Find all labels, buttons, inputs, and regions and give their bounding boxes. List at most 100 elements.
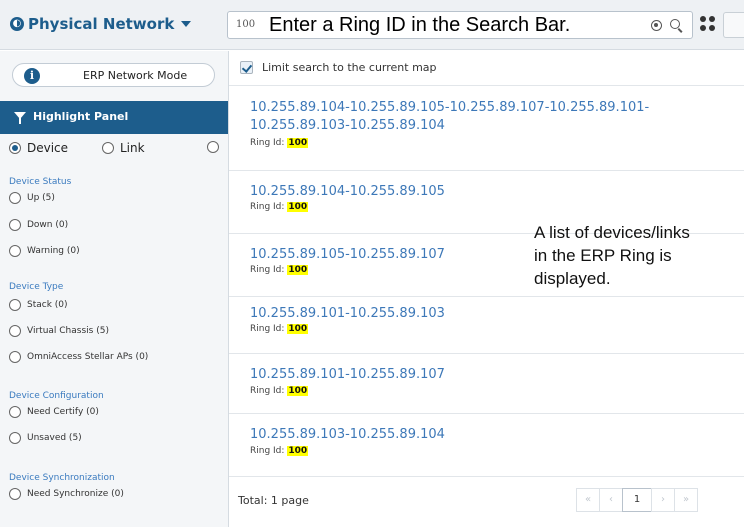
result-link-line2[interactable]: 10.255.89.103-10.255.89.104 <box>250 117 445 134</box>
ring-id-row: Ring Id: 100 <box>250 138 309 148</box>
current-page-button[interactable]: 1 <box>622 488 652 512</box>
device-configuration-title: Device Configuration <box>9 391 104 401</box>
tab-device-label: Device <box>27 141 69 155</box>
ring-id-row: Ring Id: 100 <box>250 324 309 334</box>
radio-stellar-aps[interactable] <box>9 351 21 363</box>
ring-id-value: 100 <box>287 202 309 212</box>
network-view-dropdown[interactable]: ◐ Physical Network <box>10 15 192 33</box>
ring-id-value: 100 <box>287 265 309 275</box>
highlight-tabs: Device Link <box>0 138 228 160</box>
ring-id-label: Ring Id: <box>250 265 285 275</box>
highlight-panel-header[interactable]: Highlight Panel <box>0 101 228 134</box>
pagination: « ‹ 1 › » <box>576 488 698 512</box>
radio-other[interactable] <box>207 141 219 153</box>
globe-icon: ◐ <box>10 17 24 31</box>
ring-id-row: Ring Id: 100 <box>250 386 309 396</box>
ring-id-label: Ring Id: <box>250 386 285 396</box>
option-need-synchronize[interactable]: Need Synchronize (0) <box>9 488 124 500</box>
option-label: Unsaved (5) <box>27 433 82 443</box>
callout-line: in the ERP Ring is <box>534 246 672 265</box>
radio-need-certify[interactable] <box>9 406 21 418</box>
device-type-title: Device Type <box>9 282 64 292</box>
callout-line: A list of devices/links <box>534 223 690 242</box>
result-item[interactable]: 10.255.89.101-10.255.89.103 Ring Id: 100 <box>229 297 744 354</box>
result-link[interactable]: 10.255.89.104-10.255.89.105 <box>250 183 445 200</box>
result-link-line1[interactable]: 10.255.89.104-10.255.89.105-10.255.89.10… <box>250 99 649 116</box>
callout-line: displayed. <box>534 269 611 288</box>
radio-need-synchronize[interactable] <box>9 488 21 500</box>
erp-network-mode-toggle[interactable]: i ERP Network Mode <box>12 63 215 87</box>
option-stellar-aps[interactable]: OmniAccess Stellar APs (0) <box>9 351 148 363</box>
radio-down[interactable] <box>9 219 21 231</box>
ring-id-row: Ring Id: 100 <box>250 446 309 456</box>
result-link[interactable]: 10.255.89.101-10.255.89.103 <box>250 305 445 322</box>
device-synchronization-title: Device Synchronization <box>9 473 115 483</box>
radio-virtual-chassis[interactable] <box>9 325 21 337</box>
option-up[interactable]: Up (5) <box>9 192 55 204</box>
network-view-label: Physical Network <box>28 15 175 33</box>
option-label: Up (5) <box>27 193 55 203</box>
option-label: Warning (0) <box>27 246 80 256</box>
option-label: OmniAccess Stellar APs (0) <box>27 352 149 362</box>
option-warning[interactable]: Warning (0) <box>9 245 80 257</box>
sidebar: i ERP Network Mode Highlight Panel Devic… <box>0 51 229 527</box>
total-pages-label: Total: 1 page <box>238 494 309 507</box>
info-icon: i <box>24 68 40 84</box>
results-footer: Total: 1 page « ‹ 1 › » <box>229 476 744 527</box>
toolbar-button[interactable] <box>723 12 744 38</box>
option-label: Down (0) <box>27 220 69 230</box>
ring-id-value: 100 <box>287 386 309 396</box>
limit-search-checkbox[interactable] <box>240 61 253 74</box>
first-page-button[interactable]: « <box>576 488 600 512</box>
erp-network-mode-label: ERP Network Mode <box>83 69 188 82</box>
option-virtual-chassis[interactable]: Virtual Chassis (5) <box>9 325 109 337</box>
result-link[interactable]: 10.255.89.103-10.255.89.104 <box>250 426 445 443</box>
highlight-panel-title: Highlight Panel <box>33 110 129 123</box>
limit-search-label: Limit search to the current map <box>262 61 437 74</box>
last-page-button[interactable]: » <box>674 488 698 512</box>
result-link[interactable]: 10.255.89.101-10.255.89.107 <box>250 366 445 383</box>
radio-warning[interactable] <box>9 245 21 257</box>
radio-stack[interactable] <box>9 299 21 311</box>
top-bar: ◐ Physical Network 100 Enter a Ring ID i… <box>0 0 744 50</box>
option-need-certify[interactable]: Need Certify (0) <box>9 406 99 418</box>
radio-link[interactable] <box>102 142 114 154</box>
ring-id-value: 100 <box>287 138 309 148</box>
search-results-panel: Limit search to the current map 10.255.8… <box>229 51 744 527</box>
ring-id-label: Ring Id: <box>250 446 285 456</box>
ring-id-value: 100 <box>287 446 309 456</box>
tab-other[interactable] <box>207 141 219 153</box>
radio-unsaved[interactable] <box>9 432 21 444</box>
option-stack[interactable]: Stack (0) <box>9 299 68 311</box>
search-value: 100 <box>236 19 256 30</box>
ring-id-label: Ring Id: <box>250 138 285 148</box>
result-link[interactable]: 10.255.89.105-10.255.89.107 <box>250 246 445 263</box>
option-label: Virtual Chassis (5) <box>27 326 109 336</box>
ring-id-row: Ring Id: 100 <box>250 265 309 275</box>
clear-icon[interactable] <box>651 20 662 31</box>
radio-device[interactable] <box>9 142 21 154</box>
result-item[interactable]: 10.255.89.103-10.255.89.104 Ring Id: 100 <box>229 414 744 476</box>
ring-id-label: Ring Id: <box>250 202 285 212</box>
radio-up[interactable] <box>9 192 21 204</box>
result-item[interactable]: 10.255.89.101-10.255.89.107 Ring Id: 100 <box>229 354 744 414</box>
option-down[interactable]: Down (0) <box>9 219 68 231</box>
tab-device[interactable]: Device <box>9 141 68 155</box>
result-item[interactable]: 10.255.89.104-10.255.89.105-10.255.89.10… <box>229 86 744 171</box>
prev-page-button[interactable]: ‹ <box>599 488 623 512</box>
option-unsaved[interactable]: Unsaved (5) <box>9 432 82 444</box>
ring-id-row: Ring Id: 100 <box>250 202 309 212</box>
next-page-button[interactable]: › <box>651 488 675 512</box>
ring-id-label: Ring Id: <box>250 324 285 334</box>
tab-link[interactable]: Link <box>102 141 145 155</box>
search-icon[interactable] <box>670 19 680 29</box>
search-callout-text: Enter a Ring ID in the Search Bar. <box>269 14 571 36</box>
search-input[interactable]: 100 Enter a Ring ID in the Search Bar. <box>227 11 693 39</box>
annotation-callout: A list of devices/links in the ERP Ring … <box>534 221 690 290</box>
option-label: Need Synchronize (0) <box>27 489 124 499</box>
option-label: Need Certify (0) <box>27 407 99 417</box>
topology-icon[interactable] <box>700 16 716 32</box>
filter-icon <box>14 112 26 124</box>
caret-down-icon <box>181 21 192 27</box>
limit-search-row: Limit search to the current map <box>229 51 744 86</box>
